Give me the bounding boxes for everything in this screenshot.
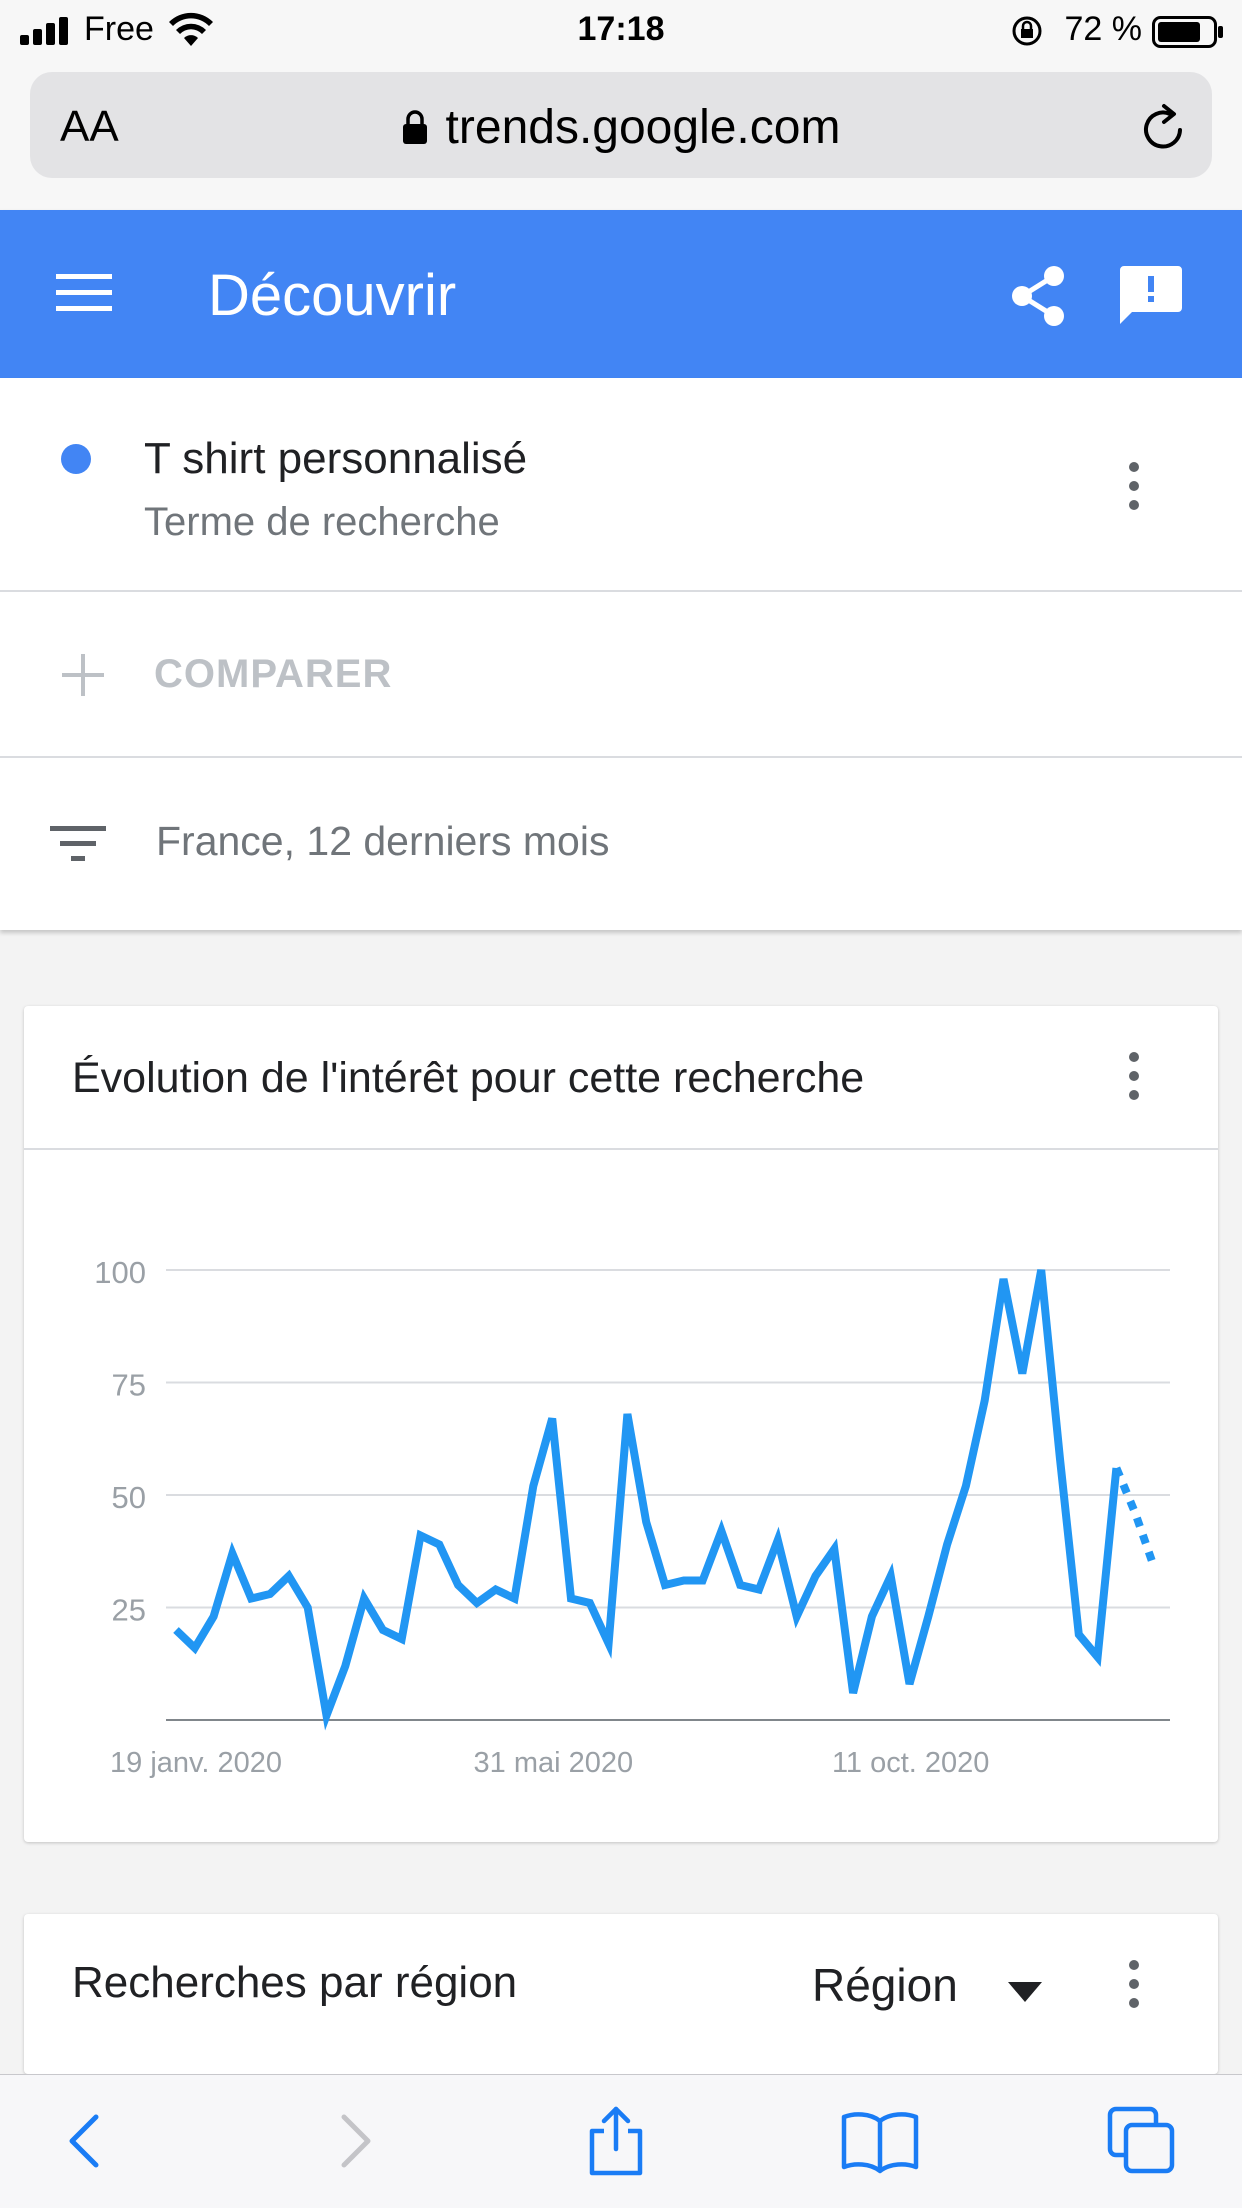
y-tick-label: 50	[112, 1480, 146, 1515]
card-header: Évolution de l'intérêt pour cette recher…	[24, 1006, 1218, 1150]
hamburger-menu-icon[interactable]	[56, 272, 112, 314]
address-bar[interactable]: AA trends.google.com	[30, 72, 1212, 178]
region-selector[interactable]: Région	[812, 1958, 958, 2012]
battery-icon	[1152, 16, 1223, 48]
interest-over-time-card: Évolution de l'intérêt pour cette recher…	[24, 1006, 1218, 1842]
filter-summary: France, 12 derniers mois	[156, 818, 610, 864]
app-bar: Découvrir	[0, 210, 1242, 378]
bookmarks-icon[interactable]	[840, 2105, 920, 2177]
term-color-dot	[61, 444, 91, 474]
interest-line-chart: 100 75 50 25 19 janv. 2020 31 mai 2020 11 oct.…	[94, 1255, 1170, 1779]
tabs-icon[interactable]	[1106, 2105, 1178, 2177]
feedback-icon[interactable]	[1118, 264, 1184, 328]
browser-address-area: AA trends.google.com	[0, 62, 1242, 210]
forward-icon[interactable]	[334, 2105, 378, 2177]
more-options-icon[interactable]	[1124, 1960, 1144, 2020]
compare-button[interactable]: COMPARER	[154, 652, 392, 697]
x-tick-label: 19 janv. 2020	[110, 1747, 282, 1779]
interest-by-region-card: Recherches par région Région	[24, 1914, 1218, 2074]
x-tick-label: 31 mai 2020	[474, 1747, 634, 1779]
search-term-name: T shirt personnalisé	[144, 434, 528, 483]
card-title: Évolution de l'intérêt pour cette recher…	[72, 1054, 865, 1102]
y-tick-label: 75	[112, 1368, 146, 1403]
back-icon[interactable]	[62, 2105, 106, 2177]
clock: 17:18	[577, 10, 665, 48]
y-tick-label: 100	[94, 1255, 146, 1290]
url-display[interactable]: trends.google.com	[30, 100, 1212, 155]
series-line	[173, 1269, 1121, 1731]
padlock-icon	[402, 110, 427, 144]
card-title: Recherches par région	[72, 1958, 518, 2007]
plus-icon	[62, 654, 104, 696]
compare-row[interactable]: COMPARER	[0, 592, 1242, 758]
search-term-type: Terme de recherche	[144, 500, 500, 544]
browser-toolbar	[0, 2074, 1242, 2208]
status-bar: Free 17:18 72 %	[0, 0, 1242, 62]
search-term-row[interactable]: T shirt personnalisé Terme de recherche	[0, 378, 1242, 592]
url-text: trends.google.com	[445, 101, 841, 154]
more-options-icon[interactable]	[1124, 1052, 1144, 1112]
series-partial-line	[1112, 1466, 1158, 1569]
y-tick-label: 25	[112, 1593, 146, 1628]
share-icon[interactable]	[1008, 264, 1068, 328]
x-tick-label: 11 oct. 2020	[832, 1747, 989, 1779]
battery-percentage: 72 %	[1064, 10, 1143, 48]
page-title: Découvrir	[208, 263, 457, 328]
orientation-lock-icon	[1012, 16, 1042, 46]
filter-icon	[50, 826, 106, 861]
share-sheet-icon[interactable]	[582, 2105, 650, 2177]
filter-row[interactable]: France, 12 derniers mois	[0, 758, 1242, 930]
more-options-icon[interactable]	[1124, 462, 1144, 522]
search-panel: T shirt personnalisé Terme de recherche …	[0, 378, 1242, 930]
reload-icon[interactable]	[1140, 102, 1188, 154]
dropdown-arrow-icon[interactable]	[1008, 1982, 1042, 2002]
